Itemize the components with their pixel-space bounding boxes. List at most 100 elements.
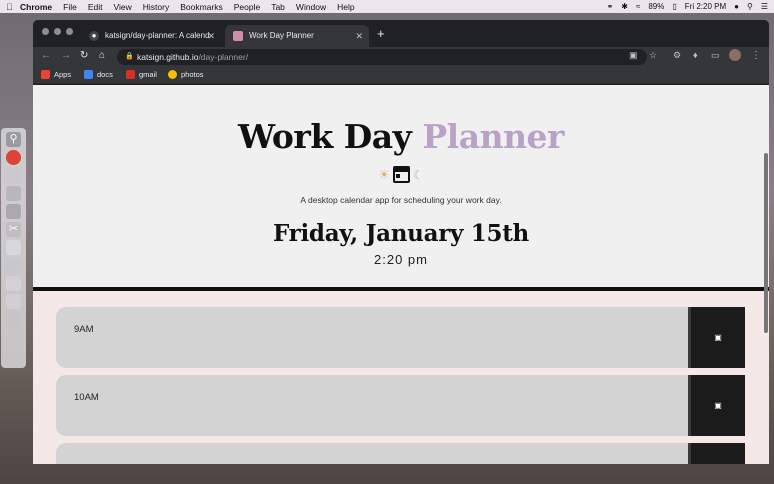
tab-close-icon[interactable]: ✕	[355, 25, 363, 47]
planner-container: 9AM ▣ 10AM ▣	[33, 291, 769, 464]
time-block-textarea[interactable]	[56, 443, 688, 464]
cast-icon[interactable]: ▭	[711, 50, 720, 61]
menu-help[interactable]: Help	[337, 2, 354, 12]
bluetooth-icon[interactable]: ✱	[621, 2, 628, 11]
creative-cloud-icon[interactable]: ⚭	[607, 2, 614, 11]
dock: ⚲ ✂	[1, 128, 26, 368]
menu-view[interactable]: View	[113, 2, 131, 12]
documents-icon[interactable]	[6, 240, 21, 255]
calendar-favicon-icon	[233, 31, 243, 41]
back-arrow-icon[interactable]: ←	[41, 50, 51, 61]
page-scrollbar[interactable]	[764, 153, 768, 333]
bookmark-label: photos	[181, 70, 204, 79]
time-block-row	[56, 443, 745, 464]
notification-center-icon[interactable]: ☰	[761, 2, 768, 11]
tools-icon[interactable]	[6, 186, 21, 201]
save-icon: ▣	[714, 401, 722, 410]
tab-github[interactable]: ● katsign/day-planner: A calend ✕	[81, 25, 221, 47]
chrome-icon[interactable]	[6, 150, 21, 165]
folder-icon[interactable]	[6, 258, 21, 273]
bookmark-label: gmail	[139, 70, 157, 79]
clock[interactable]: Fri 2:20 PM	[685, 2, 726, 11]
tab-work-day-planner[interactable]: Work Day Planner ✕	[225, 25, 369, 47]
lock-icon: 🔒	[125, 53, 134, 60]
github-icon: ●	[89, 31, 99, 41]
battery-icon[interactable]: ▯	[672, 2, 676, 11]
browser-window: ● katsign/day-planner: A calend ✕ Work D…	[33, 20, 769, 464]
browser-toolbar: ← → ↻ ⌂ 🔒 katsign.github.io/day-planner/…	[33, 47, 769, 67]
tab-title: katsign/day-planner: A calend	[105, 31, 210, 40]
window-zoom-button[interactable]	[66, 28, 73, 35]
title-accent: Planner	[422, 117, 564, 156]
extension-gear-icon[interactable]: ⚙	[673, 50, 681, 61]
time-block-row: 9AM ▣	[56, 307, 745, 368]
docs-icon	[84, 70, 93, 79]
notes-icon[interactable]	[6, 168, 21, 183]
wifi-icon[interactable]: ≈	[636, 2, 640, 11]
time-block-textarea[interactable]: 10AM	[56, 375, 688, 436]
tab-title: Work Day Planner	[249, 31, 314, 40]
translate-icon[interactable]: ▣	[629, 50, 638, 61]
chrome-menu-icon[interactable]: ⋮	[751, 50, 761, 61]
archive-icon[interactable]	[6, 276, 21, 291]
tab-close-icon[interactable]: ✕	[207, 25, 215, 47]
window-close-button[interactable]	[42, 28, 49, 35]
header-icons: ☀ ☾	[33, 166, 769, 183]
profile-avatar[interactable]	[729, 49, 741, 61]
document-icon[interactable]	[6, 294, 21, 309]
bookmark-photos[interactable]: photos	[168, 70, 204, 79]
save-icon: ▣	[714, 333, 722, 342]
menubar-status-area: ⚭ ✱ ≈ 89% ▯ Fri 2:20 PM ● ⚲ ☰	[607, 2, 768, 11]
address-bar[interactable]: 🔒 katsign.github.io/day-planner/	[117, 49, 647, 65]
menu-bookmarks[interactable]: Bookmarks	[180, 2, 223, 12]
menu-window[interactable]: Window	[296, 2, 326, 12]
window-minimize-button[interactable]	[54, 28, 61, 35]
menu-edit[interactable]: Edit	[88, 2, 103, 12]
bookmark-docs[interactable]: docs	[84, 70, 113, 79]
url-host: katsign.github.io	[137, 52, 199, 62]
hour-label: 10AM	[74, 392, 99, 403]
bookmark-apps[interactable]: Apps	[41, 70, 71, 79]
bookmarks-bar: Apps docs gmail photos	[33, 67, 769, 84]
forward-arrow-icon[interactable]: →	[61, 50, 71, 61]
menu-history[interactable]: History	[143, 2, 169, 12]
trash-icon[interactable]	[6, 312, 21, 327]
hour-label: 9AM	[74, 324, 94, 335]
tagline: A desktop calendar app for scheduling yo…	[300, 195, 502, 205]
battery-percent[interactable]: 89%	[648, 2, 664, 11]
apple-menu-icon[interactable]: 	[6, 2, 20, 12]
user-icon[interactable]: ●	[734, 2, 739, 11]
current-time: 2:20 pm	[374, 252, 428, 267]
web-page: Work Day Planner ☀ ☾ A desktop calendar …	[33, 85, 769, 464]
finder-search-icon[interactable]: ⚲	[6, 132, 21, 147]
home-icon[interactable]: ⌂	[99, 50, 105, 61]
bookmark-star-icon[interactable]: ☆	[649, 50, 657, 61]
current-date: Friday, January 15th	[273, 220, 529, 247]
bookmark-label: docs	[97, 70, 113, 79]
menu-file[interactable]: File	[63, 2, 77, 12]
macos-menu-bar:  Chrome File Edit View History Bookmark…	[0, 0, 774, 13]
tab-strip: ● katsign/day-planner: A calend ✕ Work D…	[33, 20, 769, 47]
scissors-icon[interactable]: ✂	[6, 222, 21, 237]
menu-people[interactable]: People	[234, 2, 260, 12]
menu-tab[interactable]: Tab	[271, 2, 285, 12]
preview-icon[interactable]	[6, 204, 21, 219]
time-block-row: 10AM ▣	[56, 375, 745, 436]
title-main: Work Day	[238, 117, 412, 156]
bookmark-label: Apps	[54, 70, 72, 79]
save-button[interactable]	[688, 443, 745, 464]
moon-icon: ☾	[412, 167, 424, 182]
time-block-textarea[interactable]: 9AM	[56, 307, 688, 368]
header-jumbotron: Work Day Planner ☀ ☾ A desktop calendar …	[33, 85, 769, 290]
sun-icon: ☀	[378, 166, 390, 182]
reload-icon[interactable]: ↻	[80, 50, 88, 61]
spotlight-search-icon[interactable]: ⚲	[747, 2, 753, 11]
extensions-puzzle-icon[interactable]: ♦	[693, 50, 698, 60]
new-tab-button[interactable]: +	[377, 26, 385, 41]
bookmark-gmail[interactable]: gmail	[126, 70, 157, 79]
save-button[interactable]: ▣	[688, 307, 745, 368]
page-title: Work Day Planner	[33, 117, 769, 156]
save-button[interactable]: ▣	[688, 375, 745, 436]
menu-app-name[interactable]: Chrome	[20, 2, 52, 12]
apps-grid-icon	[41, 70, 50, 79]
